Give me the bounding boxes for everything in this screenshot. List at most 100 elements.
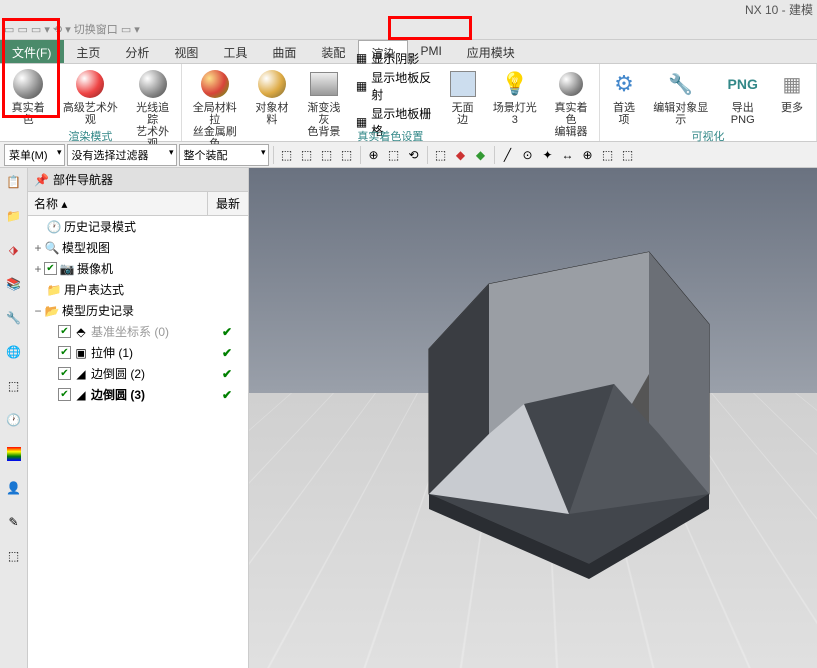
- tree-row-model-history[interactable]: − 📂 模型历史记录: [28, 300, 248, 321]
- pin-icon[interactable]: 📌: [34, 173, 49, 187]
- edit-object-display-button[interactable]: 🔧 编辑对象显示: [648, 66, 713, 128]
- tb-icon-8[interactable]: ⬚: [432, 146, 450, 164]
- png-icon: PNG: [728, 76, 758, 92]
- gradient-bg-button[interactable]: 渐变浅灰 色背景: [300, 66, 348, 140]
- 3d-viewport[interactable]: [249, 168, 817, 668]
- status-check-icon: ✔: [210, 388, 244, 402]
- tree-row-user-expr[interactable]: 📁 用户表达式: [28, 279, 248, 300]
- folder-icon: 📁: [46, 283, 62, 297]
- tb-icon-14[interactable]: ↔: [559, 146, 577, 164]
- true-shade-button[interactable]: 真实着色: [4, 66, 52, 128]
- roles-icon[interactable]: 👤: [4, 478, 24, 498]
- tb-icon-16[interactable]: ⬚: [599, 146, 617, 164]
- true-shade-editor-button[interactable]: 真实着色 编辑器: [547, 66, 595, 140]
- col-latest[interactable]: 最新: [208, 192, 248, 215]
- tb-icon-9[interactable]: ◆: [452, 146, 470, 164]
- no-face-edge-button[interactable]: 无面边: [443, 66, 483, 128]
- checkbox-icon[interactable]: ✔: [58, 346, 71, 359]
- checkbox-icon[interactable]: ✔: [58, 388, 71, 401]
- collapse-icon[interactable]: −: [32, 304, 44, 318]
- tb-icon-5[interactable]: ⊕: [365, 146, 383, 164]
- tab-analysis[interactable]: 分析: [113, 40, 162, 63]
- sphere-gold-icon: [258, 70, 286, 98]
- color-icon[interactable]: [4, 444, 24, 464]
- clock-icon[interactable]: 🕐: [4, 410, 24, 430]
- expand-icon[interactable]: +: [32, 262, 44, 276]
- expand-icon[interactable]: +: [32, 241, 44, 255]
- nav-column-headers: 名称 ▴ 最新: [28, 192, 248, 216]
- show-shadow-button[interactable]: ▦显示阴影: [352, 49, 439, 68]
- tb-icon-17[interactable]: ⬚: [619, 146, 637, 164]
- tb-icon-2[interactable]: ⬚: [298, 146, 316, 164]
- object-material-button[interactable]: 对象材料: [248, 66, 296, 128]
- filter-dropdown[interactable]: 没有选择过滤器: [67, 144, 177, 166]
- work-area: 📋 📁 ⬗ 📚 🔧 🌐 ⬚ 🕐 👤 ✎ ⬚ 📌 部件导航器 名称 ▴ 最新 🕐 …: [0, 168, 817, 668]
- tab-tools[interactable]: 工具: [211, 40, 260, 63]
- adv-art-button[interactable]: 高级艺术外观: [56, 66, 124, 128]
- tree-row-edge-blend-2[interactable]: ✔ ◢ 边倒圆 (2) ✔: [28, 363, 248, 384]
- checkbox-icon[interactable]: ✔: [44, 262, 57, 275]
- tb-icon-13[interactable]: ✦: [539, 146, 557, 164]
- col-name[interactable]: 名称 ▴: [28, 192, 208, 215]
- edge-blend-icon: ◢: [73, 388, 89, 402]
- status-check-icon: ✔: [210, 346, 244, 360]
- tab-app[interactable]: 应用模块: [455, 40, 528, 63]
- tb-icon-12[interactable]: ⊙: [519, 146, 537, 164]
- part-navigator-tab-icon[interactable]: 📋: [4, 172, 24, 192]
- tree-row-history-mode[interactable]: 🕐 历史记录模式: [28, 216, 248, 237]
- tree-row-extrude[interactable]: ✔ ▣ 拉伸 (1) ✔: [28, 342, 248, 363]
- hd3d-tools-icon[interactable]: 🔧: [4, 308, 24, 328]
- cube-icon: [450, 71, 476, 97]
- checkbox-icon[interactable]: ✔: [58, 367, 71, 380]
- tb-icon-3[interactable]: ⬚: [318, 146, 336, 164]
- export-png-button[interactable]: PNG 导出 PNG: [717, 66, 768, 128]
- tb-icon-10[interactable]: ◆: [472, 146, 490, 164]
- qat-placeholder: ▭ ▭ ▭ ▾ ⟲ ▾ 切换窗口 ▭ ▾: [4, 21, 140, 37]
- reflection-icon: ▦: [356, 79, 367, 93]
- tb-icon-4[interactable]: ⬚: [338, 146, 356, 164]
- tab-file[interactable]: 文件(F): [0, 40, 64, 63]
- scene-light-button[interactable]: 💡 场景灯光 3: [487, 66, 543, 128]
- raytrace-button[interactable]: 光线追踪 艺术外观: [129, 66, 177, 152]
- tb-icon-1[interactable]: ⬚: [278, 146, 296, 164]
- ribbon: 真实着色 高级艺术外观 光线追踪 艺术外观 渲染模式 全局材料拉 丝金属刷色 对…: [0, 64, 817, 142]
- csys-icon: ⬘: [73, 325, 89, 339]
- tree-row-datum[interactable]: ✔ ⬘ 基准坐标系 (0) ✔: [28, 321, 248, 342]
- draft-icon[interactable]: ✎: [4, 512, 24, 532]
- browser-icon[interactable]: 🌐: [4, 342, 24, 362]
- global-material-button[interactable]: 全局材料拉 丝金属刷色: [186, 66, 244, 152]
- assembly-navigator-icon[interactable]: 📁: [4, 206, 24, 226]
- tab-home[interactable]: 主页: [64, 40, 113, 63]
- history-icon[interactable]: ⬚: [4, 376, 24, 396]
- tree-row-edge-blend-3[interactable]: ✔ ◢ 边倒圆 (3) ✔: [28, 384, 248, 405]
- tree-row-model-view[interactable]: + 🔍 模型视图: [28, 237, 248, 258]
- ribbon-group-visualization: ⚙ 首选项 🔧 编辑对象显示 PNG 导出 PNG ▦ 更多 可视化: [600, 64, 817, 141]
- sphere-multi-icon: [201, 70, 229, 98]
- constraint-navigator-icon[interactable]: ⬗: [4, 240, 24, 260]
- tb-icon-6[interactable]: ⬚: [385, 146, 403, 164]
- tab-view[interactable]: 视图: [162, 40, 211, 63]
- app-title: NX 10 - 建模: [745, 1, 813, 18]
- gear-icon: ⚙: [614, 71, 634, 97]
- edit-display-icon: 🔧: [668, 72, 693, 97]
- sphere-red-icon: [76, 70, 104, 98]
- sphere-icon: [139, 70, 167, 98]
- tb-icon-7[interactable]: ⟲: [405, 146, 423, 164]
- preferences-button[interactable]: ⚙ 首选项: [604, 66, 644, 128]
- reuse-library-icon[interactable]: 📚: [4, 274, 24, 294]
- checkbox-icon[interactable]: ✔: [58, 325, 71, 338]
- tab-surface[interactable]: 曲面: [260, 40, 309, 63]
- status-check-icon: ✔: [210, 367, 244, 381]
- folder-open-icon: 📂: [44, 304, 60, 318]
- more-button[interactable]: ▦ 更多: [772, 66, 812, 116]
- show-reflection-button[interactable]: ▦显示地板反射: [352, 68, 439, 104]
- misc-icon[interactable]: ⬚: [4, 546, 24, 566]
- tb-icon-15[interactable]: ⊕: [579, 146, 597, 164]
- ribbon-group-render-mode: 真实着色 高级艺术外观 光线追踪 艺术外观 渲染模式: [0, 64, 182, 141]
- part-navigator-panel: 📌 部件导航器 名称 ▴ 最新 🕐 历史记录模式 + 🔍 模型视图 + ✔ 📷 …: [28, 168, 249, 668]
- tb-icon-11[interactable]: ╱: [499, 146, 517, 164]
- title-bar: NX 10 - 建模: [0, 0, 817, 18]
- tree-row-camera[interactable]: + ✔ 📷 摄像机: [28, 258, 248, 279]
- assembly-dropdown[interactable]: 整个装配: [179, 144, 269, 166]
- menu-dropdown[interactable]: 菜单(M): [4, 144, 65, 166]
